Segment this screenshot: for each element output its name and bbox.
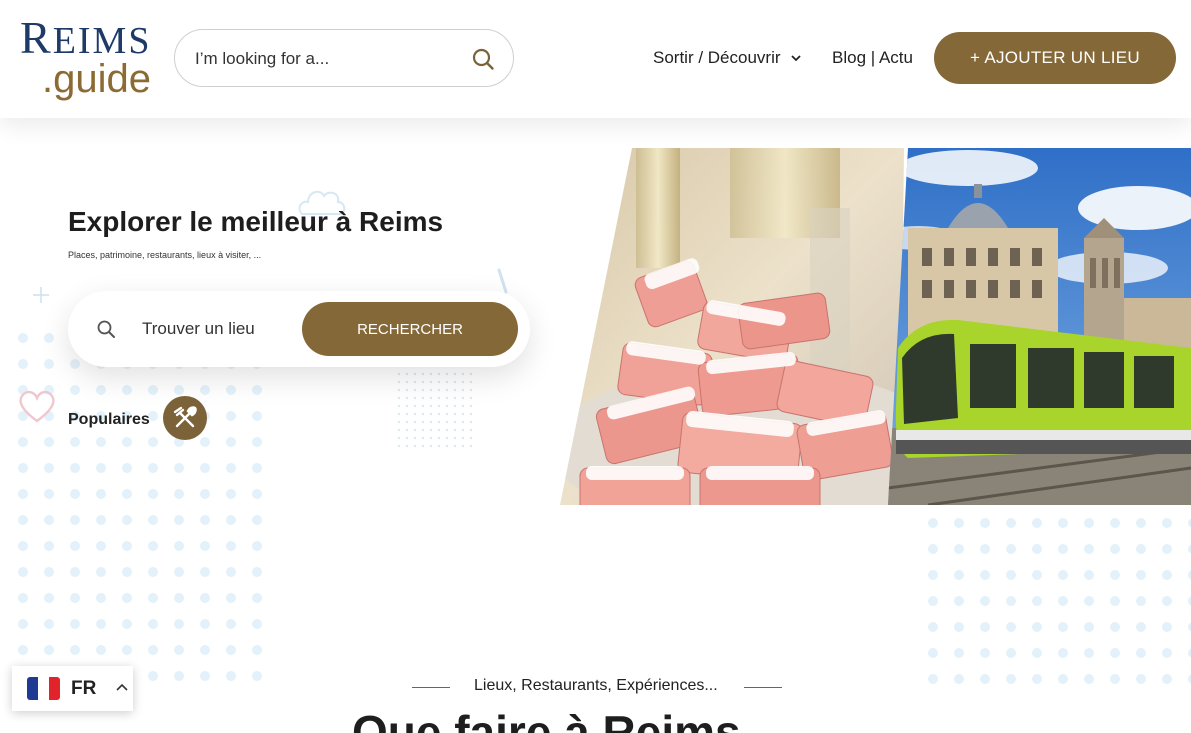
header-search-input[interactable] bbox=[195, 46, 465, 72]
decorative-heart-icon bbox=[19, 390, 55, 423]
hero-title: Explorer le meilleur à Reims bbox=[68, 206, 444, 237]
decorative-plus-icon bbox=[33, 287, 49, 303]
hero-search-input[interactable] bbox=[142, 316, 292, 342]
biscuits-roses-photo bbox=[560, 148, 904, 505]
add-place-button[interactable]: + AJOUTER UN LIEU bbox=[934, 32, 1176, 84]
utensils-icon bbox=[173, 406, 197, 428]
hero-subtitle: Places, patrimoine, restaurants, lieux à… bbox=[68, 250, 262, 260]
divider-right bbox=[744, 687, 782, 688]
site-header: REIMS .guide Sortir / Découvrir Blog | A… bbox=[0, 0, 1191, 118]
nav-blog-actu[interactable]: Blog | Actu bbox=[832, 48, 913, 68]
nav-sortir-decouvrir[interactable]: Sortir / Découvrir bbox=[653, 48, 801, 68]
search-icon[interactable] bbox=[471, 47, 495, 71]
tram-reims-photo bbox=[888, 148, 1191, 505]
section-tagline: Lieux, Restaurants, Expériences... bbox=[474, 677, 718, 694]
hero-search-bar: RECHERCHER bbox=[68, 291, 530, 367]
chevron-up-icon bbox=[116, 683, 128, 691]
header-search bbox=[174, 29, 514, 87]
popular-restaurants-button[interactable] bbox=[163, 396, 207, 440]
search-button[interactable]: RECHERCHER bbox=[302, 302, 518, 356]
language-code: FR bbox=[71, 678, 97, 699]
nav-blog-label: Blog | Actu bbox=[832, 48, 913, 67]
section-title: Que faire à Reims bbox=[352, 706, 741, 733]
decorative-dots-center bbox=[395, 370, 475, 450]
divider-left bbox=[412, 687, 450, 688]
france-flag-icon bbox=[27, 677, 60, 700]
popular-label: Populaires bbox=[68, 411, 150, 428]
decorative-dots-right bbox=[920, 510, 1191, 690]
nav-sortir-label: Sortir / Découvrir bbox=[653, 48, 781, 67]
language-switcher[interactable]: FR bbox=[12, 666, 133, 711]
chevron-down-icon bbox=[791, 55, 801, 62]
site-logo[interactable]: REIMS .guide bbox=[20, 12, 160, 102]
search-icon bbox=[97, 320, 115, 338]
decorative-dash-icon bbox=[497, 268, 508, 294]
logo-guide: .guide bbox=[42, 57, 151, 101]
decorative-dots-left bbox=[10, 325, 275, 685]
